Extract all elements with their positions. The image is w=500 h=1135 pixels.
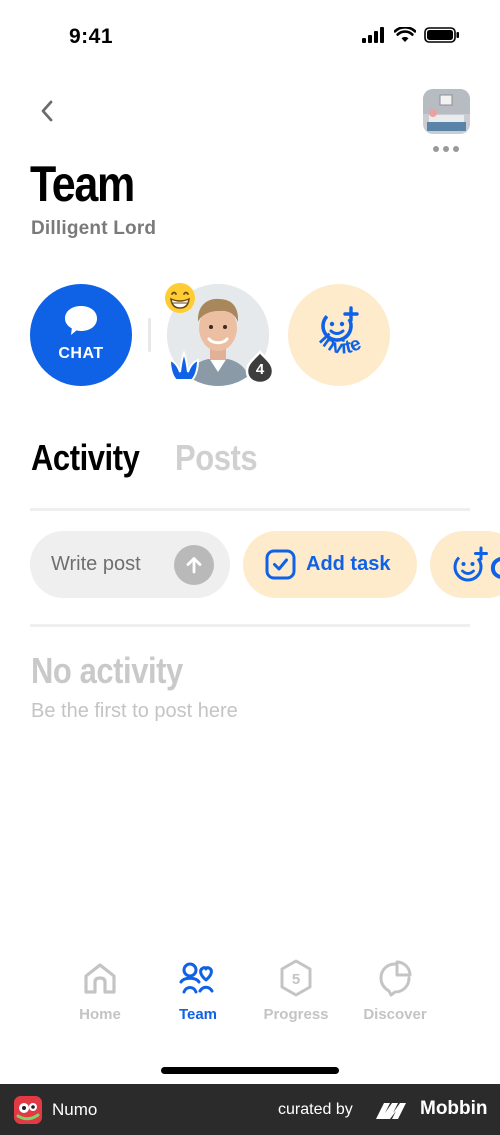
tab-team-label: Team [178, 1006, 218, 1023]
tab-posts[interactable]: Posts [175, 437, 258, 479]
add-task-button[interactable]: Add task [243, 531, 417, 598]
chat-label: CHAT [58, 345, 104, 362]
page-title: Team [30, 156, 135, 212]
app-name: Numo [52, 1100, 98, 1119]
more-dot [433, 146, 439, 152]
invite-button[interactable]: Invite [288, 284, 390, 386]
more-dot [453, 146, 459, 152]
send-button[interactable] [174, 545, 214, 585]
signal-icon [362, 27, 384, 43]
empty-state-subtitle: Be the first to post here [31, 700, 238, 722]
tab-home[interactable]: Home [50, 955, 150, 1030]
tab-team[interactable]: Team [148, 955, 248, 1030]
battery-icon [424, 27, 459, 43]
more-options-button[interactable] [429, 140, 463, 158]
attribution-bar: Numo curated by Mobbin [0, 1084, 500, 1135]
mobbin-logo-icon [376, 1103, 406, 1119]
brand-name: Mobbin [420, 1098, 488, 1119]
progress-badge-number: 5 [292, 971, 300, 988]
write-post-button[interactable]: Write post [30, 531, 230, 598]
progress-icon: 5 [280, 959, 312, 997]
back-button[interactable] [30, 94, 64, 128]
add-task-label: Add task [306, 553, 391, 575]
tab-progress-label: Progress [263, 1006, 329, 1023]
checkbox-icon [265, 549, 296, 580]
member-avatar[interactable]: 4 [165, 283, 275, 386]
app-icon [14, 1096, 42, 1124]
add-friend-smiley-icon [453, 546, 500, 582]
write-post-placeholder: Write post [51, 553, 141, 575]
chat-bubble-icon [65, 306, 97, 335]
chat-button[interactable]: CHAT [30, 284, 132, 386]
tab-discover-label: Discover [363, 1006, 427, 1023]
empty-state-title: No activity [31, 650, 183, 691]
tab-progress[interactable]: 5 Progress [246, 955, 346, 1030]
divider [30, 624, 470, 627]
grinning-emoji-icon [165, 283, 195, 313]
team-icon [179, 962, 214, 994]
team-owner-name: Dilligent Lord [31, 218, 157, 239]
status-time: 9:41 [69, 25, 114, 48]
divider [148, 318, 151, 352]
status-bar: 9:41 [0, 0, 500, 70]
streak-count: 4 [255, 361, 265, 378]
app-logo-icon [14, 1096, 42, 1124]
discover-icon [379, 960, 412, 997]
status-icons [362, 27, 460, 43]
home-indicator [161, 1067, 339, 1074]
home-icon [84, 963, 116, 994]
more-dot [443, 146, 449, 152]
tab-activity[interactable]: Activity [31, 437, 140, 479]
chevron-left-icon [41, 100, 53, 122]
crown-icon [168, 350, 200, 381]
wifi-icon [394, 27, 416, 42]
bottom-tab-bar: Home Team 5 Progress Discover [50, 955, 450, 1035]
tab-home-label: Home [79, 1006, 121, 1023]
invite-chip-button[interactable] [430, 531, 500, 598]
curated-by-label: curated by [278, 1101, 353, 1118]
divider [30, 508, 470, 511]
team-avatar[interactable] [423, 89, 470, 134]
invite-smiley-icon: Invite [313, 306, 368, 363]
tab-discover[interactable]: Discover [345, 955, 445, 1030]
arrow-up-icon [186, 557, 202, 574]
team-photo-image [423, 89, 470, 134]
